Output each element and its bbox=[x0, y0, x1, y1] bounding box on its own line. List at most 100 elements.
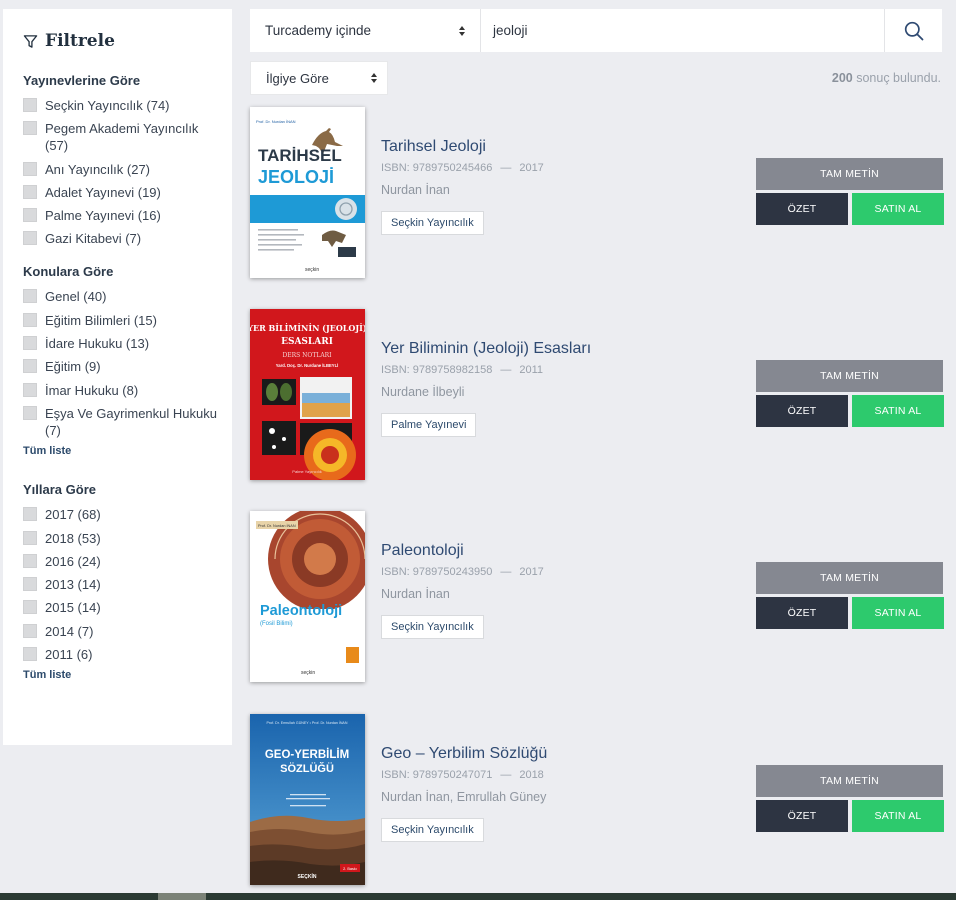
book-meta: ISBN: 9789750245466—2017 bbox=[381, 162, 544, 174]
sort-select[interactable]: İlgiye Göre bbox=[250, 61, 388, 95]
facet-option[interactable]: 2018 (53) bbox=[23, 530, 232, 547]
facet-option[interactable]: Eğitim Bilimleri (15) bbox=[23, 312, 232, 329]
buy-button[interactable]: SATIN AL bbox=[852, 597, 944, 629]
checkbox[interactable] bbox=[23, 231, 37, 246]
checkbox[interactable] bbox=[23, 553, 37, 568]
search-bar: Turcademy içinde jeoloji bbox=[250, 9, 942, 52]
facet-option[interactable]: Seçkin Yayıncılık (74) bbox=[23, 97, 232, 114]
svg-text:ESASLARI: ESASLARI bbox=[281, 337, 333, 347]
show-all-subjects-link[interactable]: Tüm liste bbox=[23, 445, 232, 457]
book-cover[interactable]: Prof. Dr. Emrullah GÜNEY • Prof. Dr. Nur… bbox=[250, 714, 365, 885]
facet-subjects: Konulara Göre Genel (40) Eğitim Bilimler… bbox=[23, 264, 232, 457]
filter-icon bbox=[23, 34, 38, 48]
summary-button[interactable]: ÖZET bbox=[756, 395, 848, 427]
svg-text:Prof. Dr. Nurdan İNAN: Prof. Dr. Nurdan İNAN bbox=[258, 523, 296, 528]
result-count: 200 sonuç bulundu. bbox=[831, 71, 941, 85]
facet-option[interactable]: Gazi Kitabevi (7) bbox=[23, 230, 232, 247]
result-item: Prof. Dr. Nurdan İNAN Paleontoloji (Fosi… bbox=[250, 511, 944, 683]
checkbox[interactable] bbox=[23, 312, 37, 327]
checkbox[interactable] bbox=[23, 530, 37, 545]
result-actions: TAM METİN ÖZET SATIN AL bbox=[756, 158, 944, 225]
buy-button[interactable]: SATIN AL bbox=[852, 193, 944, 225]
checkbox[interactable] bbox=[23, 121, 37, 136]
publisher-tag[interactable]: Seçkin Yayıncılık bbox=[381, 211, 484, 235]
checkbox[interactable] bbox=[23, 98, 37, 112]
publisher-tag[interactable]: Seçkin Yayıncılık bbox=[381, 818, 484, 842]
checkbox[interactable] bbox=[23, 382, 37, 397]
checkbox[interactable] bbox=[23, 507, 37, 522]
publisher-tag[interactable]: Seçkin Yayıncılık bbox=[381, 615, 484, 639]
buy-button[interactable]: SATIN AL bbox=[852, 395, 944, 427]
facet-title: Yayınevlerine Göre bbox=[23, 73, 141, 88]
checkbox[interactable] bbox=[23, 647, 37, 662]
facet-option[interactable]: Anı Yayıncılık (27) bbox=[23, 161, 232, 178]
facet-option[interactable]: 2016 (24) bbox=[23, 553, 232, 570]
taskbar-strip bbox=[0, 893, 956, 900]
summary-button[interactable]: ÖZET bbox=[756, 800, 848, 832]
checkbox[interactable] bbox=[23, 623, 37, 638]
book-title-link[interactable]: Geo – Yerbilim Sözlüğü bbox=[381, 745, 547, 763]
filter-heading: Filtrele bbox=[23, 31, 232, 51]
checkbox[interactable] bbox=[23, 208, 37, 223]
checkbox[interactable] bbox=[23, 184, 37, 199]
svg-text:seçkin: seçkin bbox=[301, 670, 315, 676]
facet-option[interactable]: Genel (40) bbox=[23, 288, 232, 305]
cover-art: Prof. Dr. Nurdan İNAN TARİHSEL JEOLOJİ s… bbox=[250, 107, 365, 278]
svg-text:TARİHSEL: TARİHSEL bbox=[258, 146, 342, 165]
book-authors: Nurdan İnan, Emrullah Güney bbox=[381, 790, 547, 804]
full-text-button[interactable]: TAM METİN bbox=[756, 562, 943, 594]
filter-sidebar: Filtrele Yayınevlerine Göre Seçkin Yayın… bbox=[3, 9, 232, 745]
result-info: Paleontoloji ISBN: 9789750243950—2017 Nu… bbox=[381, 542, 544, 639]
facet-option[interactable]: Palme Yayınevi (16) bbox=[23, 207, 232, 224]
summary-button[interactable]: ÖZET bbox=[756, 597, 848, 629]
facet-option[interactable]: Adalet Yayınevi (19) bbox=[23, 184, 232, 201]
book-title-link[interactable]: Tarihsel Jeoloji bbox=[381, 138, 544, 156]
facet-option[interactable]: Eşya Ve Gayrimenkul Hukuku (7) bbox=[23, 405, 232, 439]
publisher-tag[interactable]: Palme Yayınevi bbox=[381, 413, 477, 437]
search-input[interactable]: jeoloji bbox=[481, 9, 884, 52]
facet-title: Konulara Göre bbox=[23, 264, 114, 280]
full-text-button[interactable]: TAM METİN bbox=[756, 360, 943, 392]
checkbox[interactable] bbox=[23, 405, 37, 420]
cover-art: Prof. Dr. Nurdan İNAN Paleontoloji (Fosi… bbox=[250, 511, 365, 682]
cover-art: YER BİLİMİNİN (JEOLOJİ) ESASLARI DERS NO… bbox=[250, 309, 365, 480]
facet-option[interactable]: 2017 (68) bbox=[23, 506, 232, 523]
book-title-link[interactable]: Paleontoloji bbox=[381, 542, 544, 560]
svg-text:Prof. Dr. Emrullah GÜNEY • Pro: Prof. Dr. Emrullah GÜNEY • Prof. Dr. Nur… bbox=[267, 720, 348, 725]
select-arrows-icon bbox=[459, 25, 465, 36]
checkbox[interactable] bbox=[23, 336, 37, 351]
facet-option[interactable]: Pegem Akademi Yayıncılık (57) bbox=[23, 120, 232, 154]
facet-option[interactable]: 2015 (14) bbox=[23, 599, 232, 616]
result-item: YER BİLİMİNİN (JEOLOJİ) ESASLARI DERS NO… bbox=[250, 309, 944, 481]
summary-button[interactable]: ÖZET bbox=[756, 193, 848, 225]
checkbox[interactable] bbox=[23, 600, 37, 615]
checkbox[interactable] bbox=[23, 359, 37, 374]
taskbar-tab[interactable] bbox=[158, 893, 206, 900]
book-cover[interactable]: Prof. Dr. Nurdan İNAN Paleontoloji (Fosi… bbox=[250, 511, 365, 682]
facet-option[interactable]: Eğitim (9) bbox=[23, 358, 232, 375]
book-authors: Nurdane İlbeyli bbox=[381, 385, 465, 399]
checkbox[interactable] bbox=[23, 289, 37, 304]
facet-option[interactable]: 2014 (7) bbox=[23, 623, 232, 640]
book-title-link[interactable]: Yer Biliminin (Jeoloji) Esasları bbox=[381, 340, 591, 358]
facet-option[interactable]: 2011 (6) bbox=[23, 646, 232, 663]
full-text-button[interactable]: TAM METİN bbox=[756, 158, 943, 190]
buy-button[interactable]: SATIN AL bbox=[852, 800, 944, 832]
book-meta: ISBN: 9789750243950—2017 bbox=[381, 566, 544, 578]
svg-text:DERS NOTLARI: DERS NOTLARI bbox=[282, 352, 332, 359]
book-cover[interactable]: YER BİLİMİNİN (JEOLOJİ) ESASLARI DERS NO… bbox=[250, 309, 365, 480]
search-button[interactable] bbox=[884, 9, 942, 52]
result-actions: TAM METİN ÖZET SATIN AL bbox=[756, 765, 944, 832]
book-cover[interactable]: Prof. Dr. Nurdan İNAN TARİHSEL JEOLOJİ s… bbox=[250, 107, 365, 278]
search-scope-select[interactable]: Turcademy içinde bbox=[250, 9, 481, 52]
show-all-years-link[interactable]: Tüm liste bbox=[23, 669, 232, 681]
facet-option[interactable]: İmar Hukuku (8) bbox=[23, 382, 232, 399]
select-arrows-icon bbox=[371, 73, 377, 83]
checkbox[interactable] bbox=[23, 161, 37, 176]
checkbox[interactable] bbox=[23, 577, 37, 592]
facet-option[interactable]: İdare Hukuku (13) bbox=[23, 335, 232, 352]
full-text-button[interactable]: TAM METİN bbox=[756, 765, 943, 797]
facet-option[interactable]: 2013 (14) bbox=[23, 576, 232, 593]
svg-text:Paleontoloji: Paleontoloji bbox=[260, 603, 342, 619]
svg-text:JEOLOJİ: JEOLOJİ bbox=[258, 167, 334, 187]
